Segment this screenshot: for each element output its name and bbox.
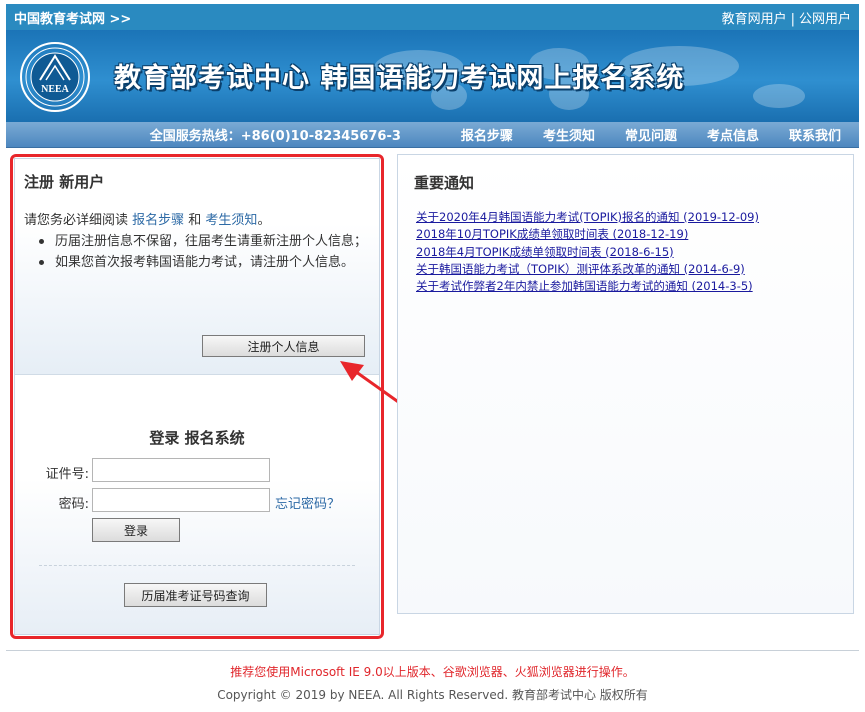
edu-user-link[interactable]: 教育网用户 <box>722 12 787 27</box>
nav-faq[interactable]: 常见问题 <box>625 125 677 144</box>
main-nav: 全国服务热线：+86(0)10-82345676-3 报名步骤 考生须知 常见问… <box>6 122 859 148</box>
notice-link[interactable]: 关于韩国语能力考试（TOPIK）测评体系改革的通知 (2014-6-9) <box>416 261 759 278</box>
copyright: Copyright © 2019 by NEEA. All Rights Res… <box>217 688 648 702</box>
notice-title: 重要通知 <box>414 174 475 192</box>
notice-link[interactable]: 2018年4月TOPIK成绩单领取时间表 (2018-6-15) <box>416 244 759 261</box>
notice-list: 关于2020年4月韩国语能力考试(TOPIK)报名的通知 (2019-12-09… <box>416 209 759 295</box>
user-link-separator: | <box>790 11 795 27</box>
highlight-frame <box>10 154 384 639</box>
notice-link[interactable]: 关于2020年4月韩国语能力考试(TOPIK)报名的通知 (2019-12-09… <box>416 209 759 226</box>
top-bar: 中国教育考试网 >> 教育网用户 | 公网用户 <box>6 4 859 30</box>
footer-divider <box>6 650 859 651</box>
header-banner: NEEA 教育部考试中心 韩国语能力考试网上报名系统 <box>6 30 859 122</box>
banner-title: 教育部考试中心 韩国语能力考试网上报名系统 <box>114 63 685 94</box>
public-user-link[interactable]: 公网用户 <box>799 12 851 27</box>
nav-registration-steps[interactable]: 报名步骤 <box>461 125 513 144</box>
service-hotline: 全国服务热线：+86(0)10-82345676-3 <box>149 129 401 144</box>
neea-logo: NEEA <box>20 42 90 112</box>
browser-recommendation: 推荐您使用Microsoft IE 9.0以上版本、谷歌浏览器、火狐浏览器进行操… <box>230 665 635 679</box>
nav-contact-us[interactable]: 联系我们 <box>789 125 841 144</box>
user-type-links: 教育网用户 | 公网用户 <box>722 8 851 27</box>
logo-text: NEEA <box>41 84 70 95</box>
neea-site-link[interactable]: 中国教育考试网 >> <box>14 8 131 27</box>
notice-panel: 重要通知 关于2020年4月韩国语能力考试(TOPIK)报名的通知 (2019-… <box>397 154 854 614</box>
notice-link[interactable]: 关于考试作弊者2年内禁止参加韩国语能力考试的通知 (2014-3-5) <box>416 278 759 295</box>
nav-test-center-info[interactable]: 考点信息 <box>707 125 759 144</box>
nav-candidate-notice[interactable]: 考生须知 <box>543 125 595 144</box>
notice-link[interactable]: 2018年10月TOPIK成绩单领取时间表 (2018-12-19) <box>416 226 759 243</box>
